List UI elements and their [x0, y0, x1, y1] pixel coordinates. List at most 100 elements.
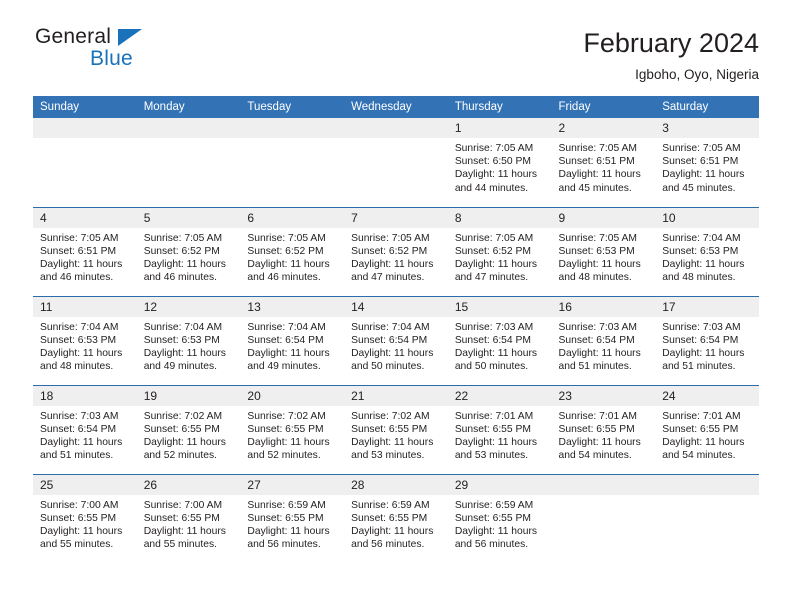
day-number: 6 [240, 207, 345, 228]
day-sun-info: Sunrise: 7:04 AM Sunset: 6:53 PM Daylight:… [137, 317, 241, 374]
daylight-text: Daylight: 11 hours and 51 minutes. [662, 347, 745, 373]
calendar-day-cell[interactable]: 8 Sunrise: 7:05 AM Sunset: 6:52 PM Daylight… [447, 206, 552, 296]
day-number: 28 [344, 474, 448, 495]
daylight-text: Daylight: 11 hours and 51 minutes. [558, 347, 641, 373]
day-number: 17 [655, 296, 759, 317]
sunset-text: Sunset: 6:55 PM [247, 512, 324, 524]
calendar-day-cell[interactable]: 12 Sunrise: 7:04 AM Sunset: 6:53 PM Dayligh… [136, 295, 241, 385]
sunrise-text: Sunrise: 7:02 AM [247, 410, 326, 422]
sunrise-text: Sunrise: 7:01 AM [662, 410, 741, 422]
day-sun-info: Sunrise: 7:04 AM Sunset: 6:54 PM Daylight:… [344, 317, 448, 374]
calendar-day-cell[interactable]: 22 Sunrise: 7:01 AM Sunset: 6:55 PM Dayligh… [447, 384, 552, 474]
calendar-day-cell[interactable]: 19 Sunrise: 7:02 AM Sunset: 6:55 PM Dayligh… [136, 384, 241, 474]
daylight-text: Daylight: 11 hours and 46 minutes. [40, 258, 123, 284]
sunset-text: Sunset: 6:55 PM [40, 512, 117, 524]
sunrise-text: Sunrise: 7:05 AM [247, 232, 326, 244]
sunset-text: Sunset: 6:54 PM [40, 423, 117, 435]
page-title: February 2024 [583, 28, 759, 58]
sunset-text: Sunset: 6:52 PM [247, 245, 324, 257]
title-block: February 2024 Igboho, Oyo, Nigeria [583, 26, 759, 82]
calendar-body: 1 Sunrise: 7:05 AM Sunset: 6:50 PM Daylight… [33, 118, 759, 563]
sunset-text: Sunset: 6:53 PM [662, 245, 739, 257]
daylight-text: Daylight: 11 hours and 56 minutes. [351, 525, 434, 551]
sunrise-text: Sunrise: 7:04 AM [143, 321, 223, 333]
sunrise-text: Sunrise: 7:05 AM [454, 232, 534, 244]
sunrise-text: Sunrise: 7:05 AM [558, 232, 637, 244]
calendar-day-cell[interactable]: 23 Sunrise: 7:01 AM Sunset: 6:55 PM Dayligh… [551, 384, 656, 474]
calendar-day-cell[interactable]: 2 Sunrise: 7:05 AM Sunset: 6:51 PM Daylight… [551, 118, 656, 207]
daylight-text: Daylight: 11 hours and 48 minutes. [558, 258, 641, 284]
sunset-text: Sunset: 6:51 PM [558, 156, 635, 168]
sunset-text: Sunset: 6:51 PM [662, 156, 739, 168]
calendar-day-cell[interactable]: 5 Sunrise: 7:05 AM Sunset: 6:52 PM Daylight… [136, 206, 241, 296]
calendar-day-cell[interactable]: 26 Sunrise: 7:00 AM Sunset: 6:55 PM Dayligh… [136, 473, 241, 563]
day-sun-info: Sunrise: 6:59 AM Sunset: 6:55 PM Daylight:… [448, 495, 552, 552]
day-number: 14 [344, 296, 448, 317]
sunset-text: Sunset: 6:50 PM [454, 156, 531, 168]
calendar-day-cell[interactable]: 29 Sunrise: 6:59 AM Sunset: 6:55 PM Dayligh… [447, 473, 552, 563]
calendar-day-cell[interactable]: 24 Sunrise: 7:01 AM Sunset: 6:55 PM Dayligh… [655, 384, 759, 474]
sunrise-text: Sunrise: 7:02 AM [351, 410, 430, 422]
calendar-day-cell[interactable]: 28 Sunrise: 6:59 AM Sunset: 6:55 PM Dayligh… [344, 473, 448, 563]
day-number: 27 [240, 474, 345, 495]
day-number [655, 474, 759, 495]
weekday-header-monday: Monday [136, 96, 241, 118]
day-number: 4 [33, 207, 137, 228]
day-sun-info: Sunrise: 7:02 AM Sunset: 6:55 PM Daylight:… [344, 406, 448, 463]
calendar-week-row: 11 Sunrise: 7:04 AM Sunset: 6:53 PM Dayligh… [33, 295, 759, 385]
sunrise-text: Sunrise: 7:03 AM [662, 321, 741, 333]
weekday-header-thursday: Thursday [447, 96, 552, 118]
calendar-day-cell[interactable]: 11 Sunrise: 7:04 AM Sunset: 6:53 PM Dayligh… [33, 295, 137, 385]
calendar-day-cell[interactable]: 25 Sunrise: 7:00 AM Sunset: 6:55 PM Dayligh… [33, 473, 137, 563]
sunrise-text: Sunrise: 7:03 AM [40, 410, 119, 422]
calendar-day-cell[interactable]: 15 Sunrise: 7:03 AM Sunset: 6:54 PM Dayligh… [447, 295, 552, 385]
day-number: 12 [136, 296, 241, 317]
sunrise-text: Sunrise: 6:59 AM [351, 499, 430, 511]
day-number: 16 [551, 296, 656, 317]
calendar-day-cell[interactable]: 27 Sunrise: 6:59 AM Sunset: 6:55 PM Dayligh… [240, 473, 345, 563]
calendar-day-cell[interactable]: 7 Sunrise: 7:05 AM Sunset: 6:52 PM Daylight… [344, 206, 448, 296]
calendar-day-cell[interactable]: 1 Sunrise: 7:05 AM Sunset: 6:50 PM Daylight… [447, 118, 552, 207]
calendar-day-cell[interactable]: 21 Sunrise: 7:02 AM Sunset: 6:55 PM Dayligh… [344, 384, 448, 474]
day-number: 13 [240, 296, 345, 317]
calendar-day-cell[interactable]: 17 Sunrise: 7:03 AM Sunset: 6:54 PM Dayligh… [655, 295, 759, 385]
calendar-day-cell[interactable]: 4 Sunrise: 7:05 AM Sunset: 6:51 PM Daylight… [33, 206, 137, 296]
day-number: 10 [655, 207, 759, 228]
daylight-text: Daylight: 11 hours and 44 minutes. [454, 169, 538, 194]
calendar-day-cell[interactable]: 6 Sunrise: 7:05 AM Sunset: 6:52 PM Daylight… [240, 206, 345, 296]
sunrise-text: Sunrise: 7:05 AM [143, 232, 223, 244]
daylight-text: Daylight: 11 hours and 55 minutes. [143, 525, 226, 551]
daylight-text: Daylight: 11 hours and 56 minutes. [454, 525, 538, 551]
calendar-day-cell[interactable]: 9 Sunrise: 7:05 AM Sunset: 6:53 PM Daylight… [551, 206, 656, 296]
logo-text-general: General [35, 25, 112, 48]
calendar-day-cell[interactable]: 16 Sunrise: 7:03 AM Sunset: 6:54 PM Dayligh… [551, 295, 656, 385]
weekday-header-wednesday: Wednesday [344, 96, 448, 118]
calendar-day-cell[interactable]: 3 Sunrise: 7:05 AM Sunset: 6:51 PM Daylight… [655, 118, 759, 207]
day-sun-info: Sunrise: 7:01 AM Sunset: 6:55 PM Daylight:… [552, 406, 656, 463]
day-number [240, 118, 345, 138]
calendar-day-cell[interactable]: 10 Sunrise: 7:04 AM Sunset: 6:53 PM Dayligh… [655, 206, 759, 296]
day-number: 15 [447, 296, 552, 317]
calendar-day-cell[interactable]: 18 Sunrise: 7:03 AM Sunset: 6:54 PM Dayligh… [33, 384, 137, 474]
sunset-text: Sunset: 6:55 PM [558, 423, 635, 435]
day-sun-info: Sunrise: 7:05 AM Sunset: 6:51 PM Daylight:… [655, 138, 759, 195]
day-sun-info: Sunrise: 7:03 AM Sunset: 6:54 PM Daylight:… [552, 317, 656, 374]
sunrise-text: Sunrise: 7:03 AM [454, 321, 534, 333]
sunrise-text: Sunrise: 7:04 AM [40, 321, 119, 333]
calendar-day-cell-empty [551, 473, 656, 563]
calendar-day-cell[interactable]: 14 Sunrise: 7:04 AM Sunset: 6:54 PM Dayligh… [344, 295, 448, 385]
day-number: 29 [447, 474, 552, 495]
day-sun-info: Sunrise: 6:59 AM Sunset: 6:55 PM Daylight:… [240, 495, 344, 552]
day-number: 7 [344, 207, 448, 228]
day-sun-info: Sunrise: 7:05 AM Sunset: 6:52 PM Daylight:… [240, 228, 344, 285]
day-sun-info: Sunrise: 7:04 AM Sunset: 6:53 PM Daylight:… [33, 317, 137, 374]
daylight-text: Daylight: 11 hours and 45 minutes. [558, 169, 641, 194]
daylight-text: Daylight: 11 hours and 52 minutes. [247, 436, 330, 462]
calendar-day-cell[interactable]: 13 Sunrise: 7:04 AM Sunset: 6:54 PM Dayligh… [240, 295, 345, 385]
calendar-day-cell[interactable]: 20 Sunrise: 7:02 AM Sunset: 6:55 PM Dayligh… [240, 384, 345, 474]
day-sun-info: Sunrise: 7:04 AM Sunset: 6:53 PM Daylight:… [655, 228, 759, 285]
weekday-header-tuesday: Tuesday [240, 96, 345, 118]
day-number: 19 [136, 385, 241, 406]
calendar-day-cell-empty [240, 118, 345, 207]
weekday-header-sunday: Sunday [33, 96, 137, 118]
